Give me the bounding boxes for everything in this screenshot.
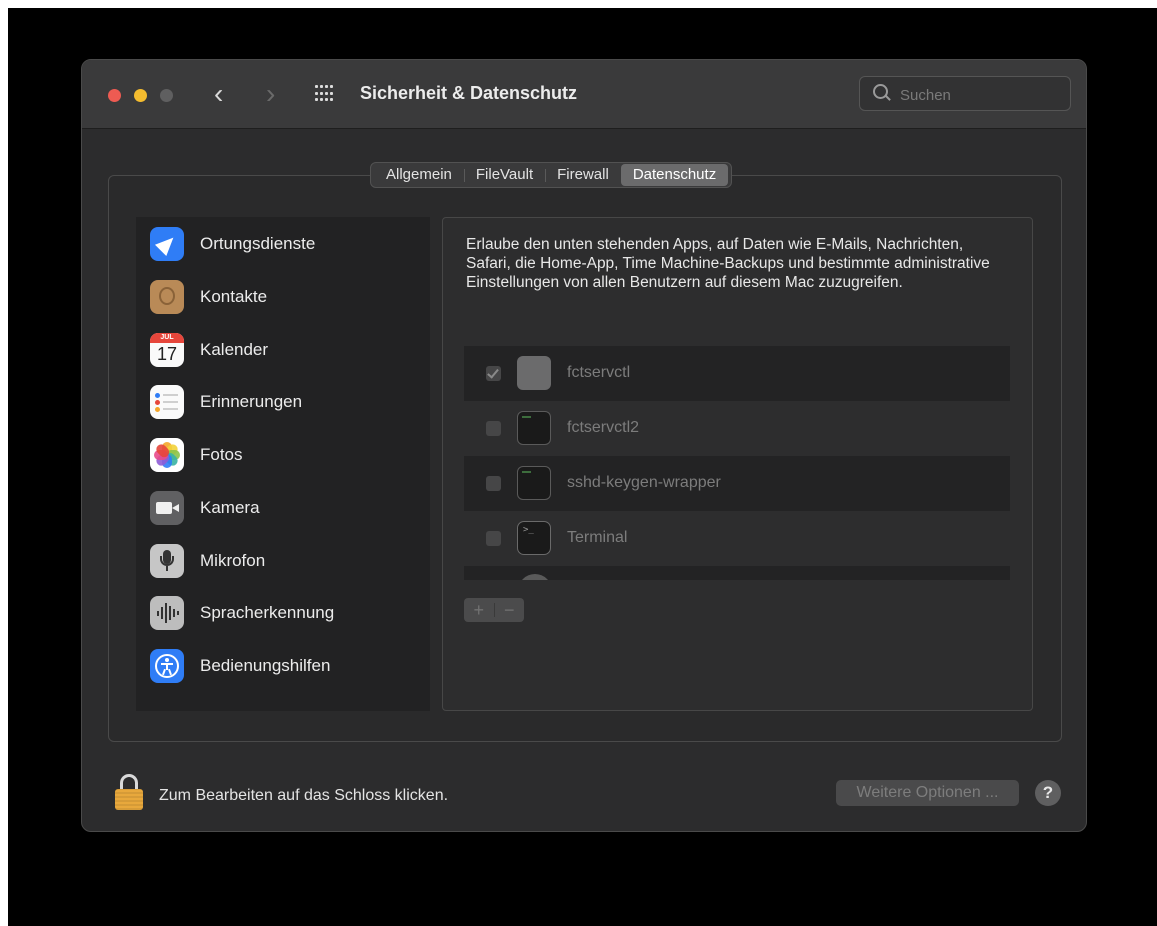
sidebar-item-label: Erinnerungen <box>200 392 303 411</box>
contacts-icon <box>150 280 184 314</box>
add-remove-control: + − <box>464 598 524 622</box>
calendar-day: 17 <box>156 344 178 364</box>
lock-icon[interactable] <box>115 774 143 810</box>
location-arrow-icon <box>150 227 184 261</box>
lock-hint-text: Zum Bearbeiten auf das Schloss klicken. <box>159 787 449 804</box>
sidebar-item-label: Mikrofon <box>200 551 266 570</box>
tab-filevault[interactable]: FileVault <box>463 164 545 186</box>
title-bar: ‹ › Sicherheit & Datenschutz <box>82 60 1086 129</box>
tab-datenschutz[interactable]: Datenschutz <box>620 164 729 186</box>
close-window-button[interactable] <box>108 89 121 102</box>
sidebar-item-fotos[interactable]: Fotos <box>150 436 420 476</box>
app-checkbox[interactable] <box>486 476 501 491</box>
permission-description: Erlaube den unten stehenden Apps, auf Da… <box>466 236 990 291</box>
sidebar-item-mikrofon[interactable]: Mikrofon <box>150 542 420 582</box>
search-field[interactable] <box>859 76 1071 111</box>
reminders-icon <box>150 385 184 419</box>
show-all-grid-icon[interactable] <box>315 85 335 103</box>
app-row[interactable]: Terminal <box>464 511 1010 566</box>
sidebar-item-kontakte[interactable]: Kontakte <box>150 278 420 318</box>
help-button[interactable]: ? <box>1035 780 1061 806</box>
add-app-button[interactable]: + <box>464 598 494 622</box>
zoom-window-button[interactable] <box>160 89 173 102</box>
privacy-category-list: Ortungsdienste Kontakte JUL 17 Kalender … <box>136 217 430 711</box>
blank-app-icon <box>517 356 551 390</box>
terminal-icon <box>517 521 551 555</box>
full-disk-access-panel: Erlaube den unten stehenden Apps, auf Da… <box>442 217 1033 711</box>
accessibility-icon <box>150 649 184 683</box>
sidebar-item-label: Bedienungshilfen <box>200 656 331 675</box>
app-checkbox[interactable] <box>486 531 501 546</box>
app-name: fctservctl <box>567 364 631 381</box>
sidebar-item-erinnerungen[interactable]: Erinnerungen <box>150 383 420 423</box>
search-icon <box>873 84 888 99</box>
app-name: sshd-keygen-wrapper <box>567 474 721 491</box>
sidebar-item-kalender[interactable]: JUL 17 Kalender <box>150 331 420 371</box>
calendar-icon: JUL 17 <box>150 333 184 367</box>
tab-allgemein[interactable]: Allgemein <box>374 164 464 186</box>
app-checkbox[interactable] <box>486 366 501 381</box>
tab-bar: Allgemein FileVault Firewall Datenschutz <box>370 162 733 188</box>
microphone-icon <box>150 544 184 578</box>
remove-app-button[interactable]: − <box>495 598 525 622</box>
sidebar-item-bedienungshilfen[interactable]: Bedienungshilfen <box>150 647 420 687</box>
system-preferences-window: ‹ › Sicherheit & Datenschutz Allgemein F… <box>81 59 1087 832</box>
app-row[interactable]: fctservctl2 <box>464 401 1010 456</box>
tab-firewall[interactable]: Firewall <box>545 164 621 186</box>
sidebar-item-label: Spracherkennung <box>200 603 335 622</box>
app-name: fctservctl2 <box>567 419 640 436</box>
app-checkbox[interactable] <box>486 421 501 436</box>
speech-recognition-icon <box>150 596 184 630</box>
sidebar-item-label: Kontakte <box>200 287 268 306</box>
sidebar-item-label: Fotos <box>200 445 243 464</box>
sidebar-item-label: Ortungsdienste <box>200 234 316 253</box>
search-input[interactable] <box>898 84 1062 106</box>
more-options-button[interactable]: Weitere Optionen ... <box>836 780 1019 806</box>
executable-icon <box>517 466 551 500</box>
sidebar-item-label: Kamera <box>200 498 260 517</box>
camera-icon <box>150 491 184 525</box>
sidebar-item-label: Kalender <box>200 340 269 359</box>
app-row[interactable]: sshd-keygen-wrapper <box>464 456 1010 511</box>
app-list[interactable]: fctservctl fctservctl2 sshd-keygen-wrapp… <box>464 346 1010 580</box>
sidebar-item-ortungsdienste[interactable]: Ortungsdienste <box>150 225 420 265</box>
sidebar-item-kamera[interactable]: Kamera <box>150 489 420 529</box>
sidebar-item-spracherkennung[interactable]: Spracherkennung <box>150 594 420 634</box>
photos-icon <box>150 438 184 472</box>
app-row[interactable]: fctservctl <box>464 346 1010 401</box>
back-arrow-icon[interactable]: ‹ <box>214 80 223 108</box>
executable-icon <box>517 411 551 445</box>
calendar-month: JUL <box>150 333 184 343</box>
forward-arrow-icon[interactable]: › <box>266 80 275 108</box>
minimize-window-button[interactable] <box>134 89 147 102</box>
app-name: Terminal <box>567 529 628 546</box>
window-title: Sicherheit & Datenschutz <box>360 83 578 103</box>
